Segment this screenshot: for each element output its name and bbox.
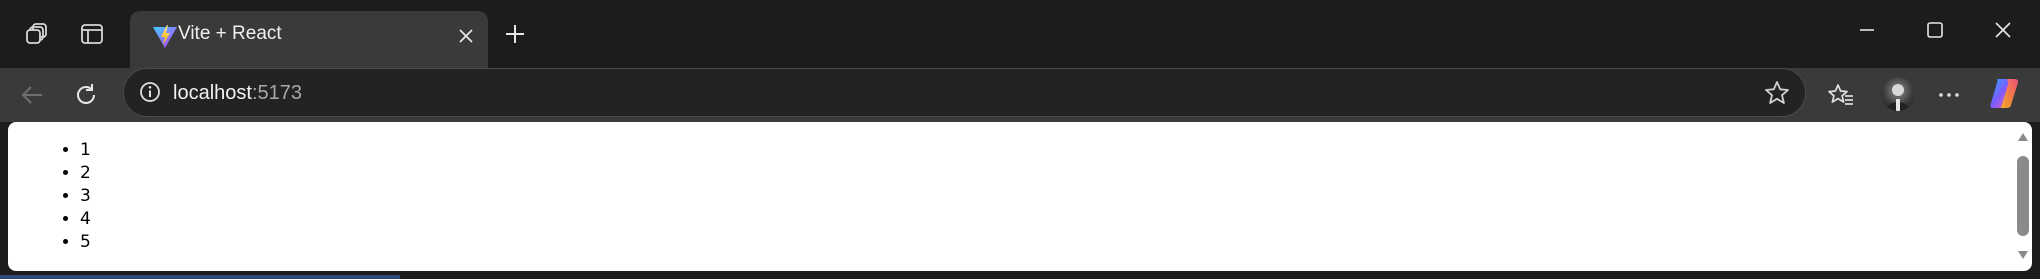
maximize-icon [1927, 22, 1943, 38]
scroll-up-arrow-icon[interactable] [2017, 132, 2029, 142]
list-item: 4 [80, 208, 91, 231]
favorites-button[interactable] [1819, 73, 1863, 117]
new-tab-button[interactable] [494, 14, 536, 54]
navigation-toolbar: localhost:5173 [0, 68, 2040, 122]
close-icon [1995, 22, 2011, 38]
refresh-icon [77, 84, 95, 104]
workspaces-button[interactable] [14, 14, 60, 54]
url-port: :5173 [251, 82, 302, 104]
address-bar[interactable]: localhost:5173 [123, 68, 1806, 117]
url-text[interactable]: localhost:5173 [173, 81, 302, 105]
info-icon[interactable] [137, 79, 163, 105]
copilot-icon[interactable] [1987, 75, 2023, 111]
tab-title: Vite + React [178, 23, 282, 44]
workspaces-icon [26, 23, 47, 44]
star-icon[interactable] [1763, 79, 1791, 107]
close-icon [459, 29, 473, 43]
number-list: 1 2 3 4 5 [8, 139, 91, 254]
back-button[interactable] [10, 73, 54, 117]
url-host: localhost [173, 82, 252, 104]
back-arrow-icon [21, 86, 42, 104]
close-window-button[interactable] [1970, 10, 2036, 50]
maximize-button[interactable] [1902, 10, 1968, 50]
scrollbar-thumb[interactable] [2017, 156, 2029, 236]
refresh-button[interactable] [64, 73, 108, 117]
profile-photo-icon [1886, 84, 1910, 111]
tab-actions-icon [81, 24, 103, 44]
scroll-down-arrow-icon[interactable] [2017, 250, 2029, 260]
tab-active[interactable]: Vite + React [130, 11, 488, 68]
avatar[interactable] [1881, 77, 1915, 111]
plus-icon [506, 25, 524, 43]
favorites-icon [1828, 84, 1853, 105]
list-item: 3 [80, 185, 91, 208]
vite-logo-icon [153, 25, 177, 48]
tab-actions-button[interactable] [69, 14, 115, 54]
browser-window: Vite + React localhost:5173 • 1 • 2 • 3 … [0, 0, 2040, 279]
minimize-button[interactable] [1834, 10, 1900, 50]
tab-close-button[interactable] [452, 22, 480, 50]
list-item: 5 [80, 231, 91, 254]
taskbar-edge [0, 275, 400, 279]
page-viewport: 1 2 3 4 5 [8, 122, 2014, 271]
tab-strip: Vite + React [0, 0, 2040, 68]
list-item: 2 [80, 162, 91, 185]
more-icon [1939, 93, 1959, 97]
list-item: 1 [80, 139, 91, 162]
vertical-scrollbar[interactable] [2014, 122, 2032, 271]
minimize-icon [1860, 29, 1874, 31]
more-button[interactable] [1927, 73, 1971, 117]
